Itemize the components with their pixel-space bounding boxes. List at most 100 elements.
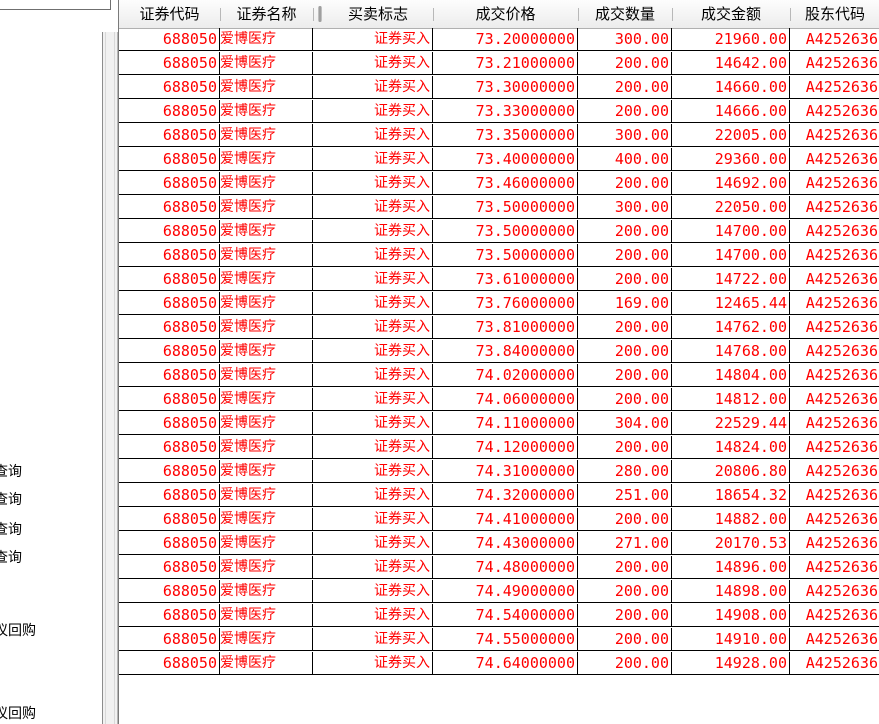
- table-row[interactable]: 688050 爱博医疗 证券买入 74.06000000 200.00 14812.00 A…: [119, 388, 879, 412]
- cell-stock-name: 爱博医疗: [220, 172, 313, 195]
- column-header-deal-amount[interactable]: 成交金额: [672, 0, 790, 28]
- cell-holder-code: A4252636: [790, 388, 879, 411]
- table-row[interactable]: 688050 爱博医疗 证券买入 73.50000000 200.00 14700.00 A…: [119, 220, 879, 244]
- table-row[interactable]: 688050 爱博医疗 证券买入 73.50000000 200.00 14700.00 A…: [119, 244, 879, 268]
- cell-deal-amount: 14898.00: [672, 580, 790, 603]
- cell-trade-side: 证券买入: [313, 436, 433, 459]
- table-row[interactable]: 688050 爱博医疗 证券买入 74.32000000 251.00 18654.32 A…: [119, 484, 879, 508]
- column-header-holder-code[interactable]: 股东代码: [790, 0, 879, 28]
- cell-trade-side: 证券买入: [313, 388, 433, 411]
- cell-deal-amount: 18654.32: [672, 484, 790, 507]
- cell-deal-amount: 22050.00: [672, 196, 790, 219]
- table-row[interactable]: 688050 爱博医疗 证券买入 74.02000000 200.00 14804.00 A…: [119, 364, 879, 388]
- cell-holder-code: A4252636: [790, 100, 879, 123]
- column-resize-grip-icon[interactable]: [318, 6, 322, 22]
- cell-deal-price: 74.32000000: [433, 484, 578, 507]
- left-top-input[interactable]: [0, 0, 111, 10]
- cell-deal-quantity: 200.00: [578, 652, 672, 675]
- table-row[interactable]: 688050 爱博医疗 证券买入 74.11000000 304.00 22529.44 A…: [119, 412, 879, 436]
- table-row[interactable]: 688050 爱博医疗 证券买入 74.31000000 280.00 20806.80 A…: [119, 460, 879, 484]
- cell-trade-side: 证券买入: [313, 652, 433, 675]
- column-divider[interactable]: [672, 8, 673, 21]
- table-row[interactable]: 688050 爱博医疗 证券买入 74.49000000 200.00 14898.00 A…: [119, 580, 879, 604]
- cell-stock-code: 688050: [119, 52, 220, 75]
- left-menu-item[interactable]: 查询: [0, 549, 22, 567]
- left-menu-item[interactable]: 查询: [0, 463, 22, 481]
- cell-deal-quantity: 200.00: [578, 436, 672, 459]
- table-row[interactable]: 688050 爱博医疗 证券买入 73.21000000 200.00 14642.00 A…: [119, 52, 879, 76]
- cell-trade-side: 证券买入: [313, 292, 433, 315]
- cell-stock-name: 爱博医疗: [220, 652, 313, 675]
- table-row[interactable]: 688050 爱博医疗 证券买入 73.30000000 200.00 14660.00 A…: [119, 76, 879, 100]
- column-divider[interactable]: [313, 8, 314, 21]
- cell-deal-quantity: 200.00: [578, 244, 672, 267]
- cell-deal-price: 74.02000000: [433, 364, 578, 387]
- table-row[interactable]: 688050 爱博医疗 证券买入 73.81000000 200.00 14762.00 A…: [119, 316, 879, 340]
- cell-holder-code: A4252636: [790, 580, 879, 603]
- table-row[interactable]: 688050 爱博医疗 证券买入 74.48000000 200.00 14896.00 A…: [119, 556, 879, 580]
- column-divider[interactable]: [790, 8, 791, 21]
- cell-deal-amount: 14896.00: [672, 556, 790, 579]
- cell-stock-code: 688050: [119, 628, 220, 651]
- cell-deal-amount: 14908.00: [672, 604, 790, 627]
- cell-stock-code: 688050: [119, 124, 220, 147]
- cell-deal-amount: 21960.00: [672, 28, 790, 51]
- column-divider[interactable]: [433, 8, 434, 21]
- cell-deal-quantity: 300.00: [578, 196, 672, 219]
- table-row[interactable]: 688050 爱博医疗 证券买入 73.40000000 400.00 29360.00 A…: [119, 148, 879, 172]
- cell-stock-code: 688050: [119, 556, 220, 579]
- column-divider[interactable]: [578, 8, 579, 21]
- table-row[interactable]: 688050 爱博医疗 证券买入 74.54000000 200.00 14908.00 A…: [119, 604, 879, 628]
- left-panel-scrollbar[interactable]: [102, 32, 118, 724]
- cell-holder-code: A4252636: [790, 412, 879, 435]
- table-row[interactable]: 688050 爱博医疗 证券买入 73.61000000 200.00 14722.00 A…: [119, 268, 879, 292]
- column-header-trade-side[interactable]: 买卖标志: [323, 0, 433, 28]
- table-row[interactable]: 688050 爱博医疗 证券买入 73.33000000 200.00 14666.00 A…: [119, 100, 879, 124]
- column-header-deal-quantity[interactable]: 成交数量: [578, 0, 672, 28]
- column-header-stock-code[interactable]: 证券代码: [119, 0, 220, 28]
- cell-holder-code: A4252636: [790, 364, 879, 387]
- cell-stock-name: 爱博医疗: [220, 52, 313, 75]
- table-row[interactable]: 688050 爱博医疗 证券买入 74.55000000 200.00 14910.00 A…: [119, 628, 879, 652]
- cell-deal-quantity: 200.00: [578, 580, 672, 603]
- cell-holder-code: A4252636: [790, 124, 879, 147]
- cell-deal-quantity: 200.00: [578, 100, 672, 123]
- table-row[interactable]: 688050 爱博医疗 证券买入 73.46000000 200.00 14692.00 A…: [119, 172, 879, 196]
- column-header-stock-name[interactable]: 证券名称: [220, 0, 313, 28]
- table-row[interactable]: 688050 爱博医疗 证券买入 74.43000000 271.00 20170.53 A…: [119, 532, 879, 556]
- cell-holder-code: A4252636: [790, 556, 879, 579]
- table-row[interactable]: 688050 爱博医疗 证券买入 74.12000000 200.00 14824.00 A…: [119, 436, 879, 460]
- table-row[interactable]: 688050 爱博医疗 证券买入 73.50000000 300.00 22050.00 A…: [119, 196, 879, 220]
- table-row[interactable]: 688050 爱博医疗 证券买入 73.35000000 300.00 22005.00 A…: [119, 124, 879, 148]
- cell-deal-amount: 22005.00: [672, 124, 790, 147]
- cell-stock-name: 爱博医疗: [220, 292, 313, 315]
- cell-holder-code: A4252636: [790, 532, 879, 555]
- table-row[interactable]: 688050 爱博医疗 证券买入 74.41000000 200.00 14882.00 A…: [119, 508, 879, 532]
- cell-holder-code: A4252636: [790, 316, 879, 339]
- cell-holder-code: A4252636: [790, 220, 879, 243]
- cell-deal-amount: 14812.00: [672, 388, 790, 411]
- cell-trade-side: 证券买入: [313, 148, 433, 171]
- trade-records-table: 证券代码 证券名称 买卖标志 成交价格 成交数量 成交金额 股东代码 688050 爱博医疗证…: [118, 0, 879, 724]
- table-row[interactable]: 688050 爱博医疗 证券买入 73.76000000 169.00 12465.44 A…: [119, 292, 879, 316]
- left-menu-item[interactable]: 议回购: [0, 705, 36, 723]
- cell-deal-price: 73.84000000: [433, 340, 578, 363]
- table-row[interactable]: 688050 爱博医疗 证券买入 73.84000000 200.00 14768.00 A…: [119, 340, 879, 364]
- left-menu-item[interactable]: 议回购: [0, 622, 36, 640]
- cell-deal-amount: 22529.44: [672, 412, 790, 435]
- left-menu-item[interactable]: 查询: [0, 521, 22, 539]
- table-row[interactable]: 688050 爱博医疗 证券买入 73.20000000 300.00 21960.00 A…: [119, 28, 879, 52]
- left-menu-item[interactable]: 查询: [0, 491, 22, 509]
- cell-deal-quantity: 200.00: [578, 364, 672, 387]
- cell-deal-price: 73.30000000: [433, 76, 578, 99]
- cell-deal-price: 73.20000000: [433, 28, 578, 51]
- cell-stock-code: 688050: [119, 532, 220, 555]
- table-row[interactable]: 688050 爱博医疗 证券买入 74.64000000 200.00 14928.00 A…: [119, 652, 879, 676]
- cell-holder-code: A4252636: [790, 244, 879, 267]
- cell-deal-price: 74.48000000: [433, 556, 578, 579]
- cell-stock-name: 爱博医疗: [220, 220, 313, 243]
- cell-holder-code: A4252636: [790, 460, 879, 483]
- column-header-deal-price[interactable]: 成交价格: [433, 0, 578, 28]
- cell-stock-code: 688050: [119, 436, 220, 459]
- column-divider[interactable]: [220, 8, 221, 21]
